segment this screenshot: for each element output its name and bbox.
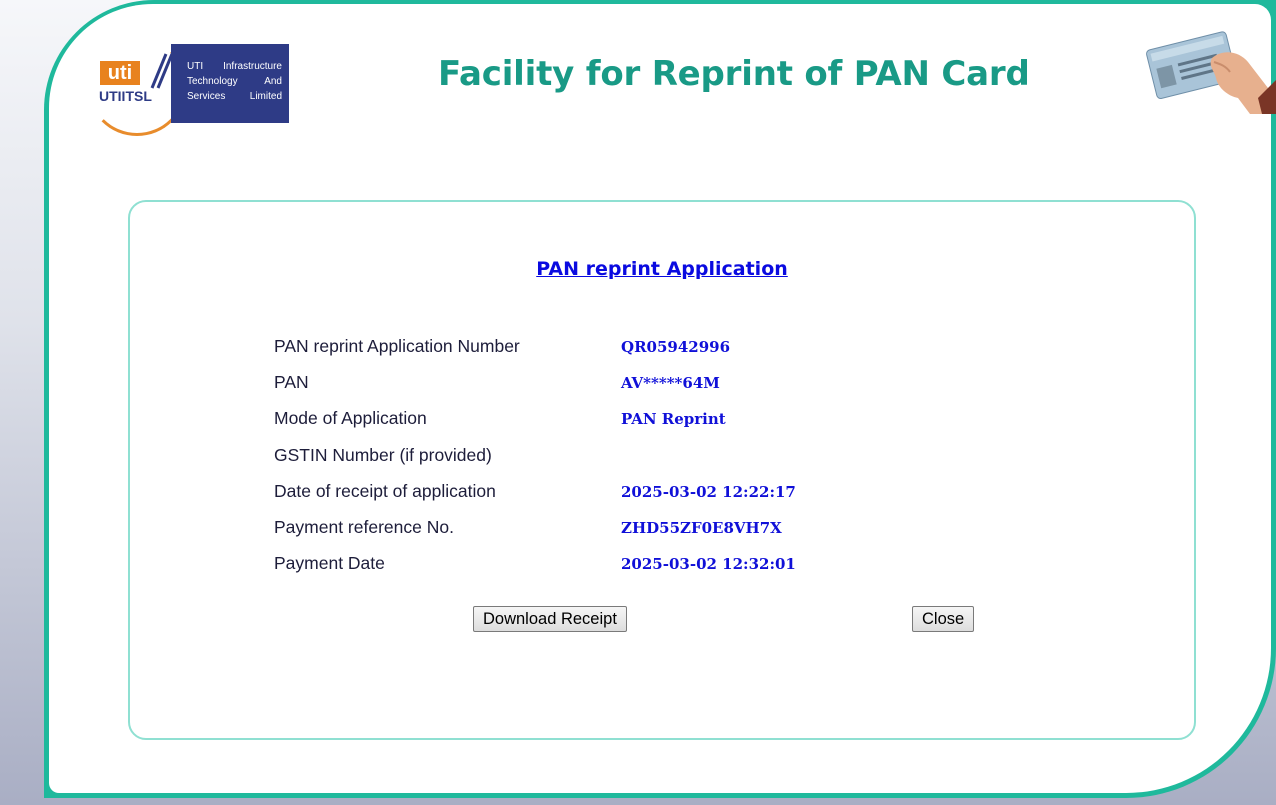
application-panel: PAN reprint Application PAN reprint Appl… [128,200,1196,740]
close-button[interactable]: Close [912,606,975,632]
row-value: AV*****64M [621,374,720,392]
row-label: Payment Date [274,553,385,573]
row-label: Date of receipt of application [274,481,496,501]
page-title: Facility for Reprint of PAN Card [438,54,1030,94]
row-value: PAN Reprint [621,410,726,428]
row-value: QR05942996 [621,338,731,356]
row-value: 2025-03-02 12:32:01 [621,555,796,573]
row-value: 2025-03-02 12:22:17 [621,483,796,501]
row-label: PAN [274,372,309,392]
logo-company-name: UTI Infrastructure Technology And Servic… [187,59,282,104]
download-receipt-button[interactable]: Download Receipt [473,606,627,632]
logo-short-name: UTIITSL [99,88,152,104]
row-label: Mode of Application [274,408,427,428]
pan-card-in-hand-icon [1146,31,1276,114]
row-label: Payment reference No. [274,517,454,537]
row-label: GSTIN Number (if provided) [274,445,492,465]
logo-slashes-icon [150,53,174,89]
utiitsl-logo: uti UTIITSL UTI Infrastructure Technolog… [87,36,289,136]
row-label: PAN reprint Application Number [274,336,520,356]
logo-mark: uti [100,61,140,85]
company-line-1: UTI Infrastructure [187,61,282,72]
company-line-2: Technology And [187,76,282,87]
row-value: ZHD55ZF0E8VH7X [621,519,782,537]
company-line-3: Services Limited [187,91,282,102]
panel-heading-link[interactable]: PAN reprint Application [130,258,1194,280]
